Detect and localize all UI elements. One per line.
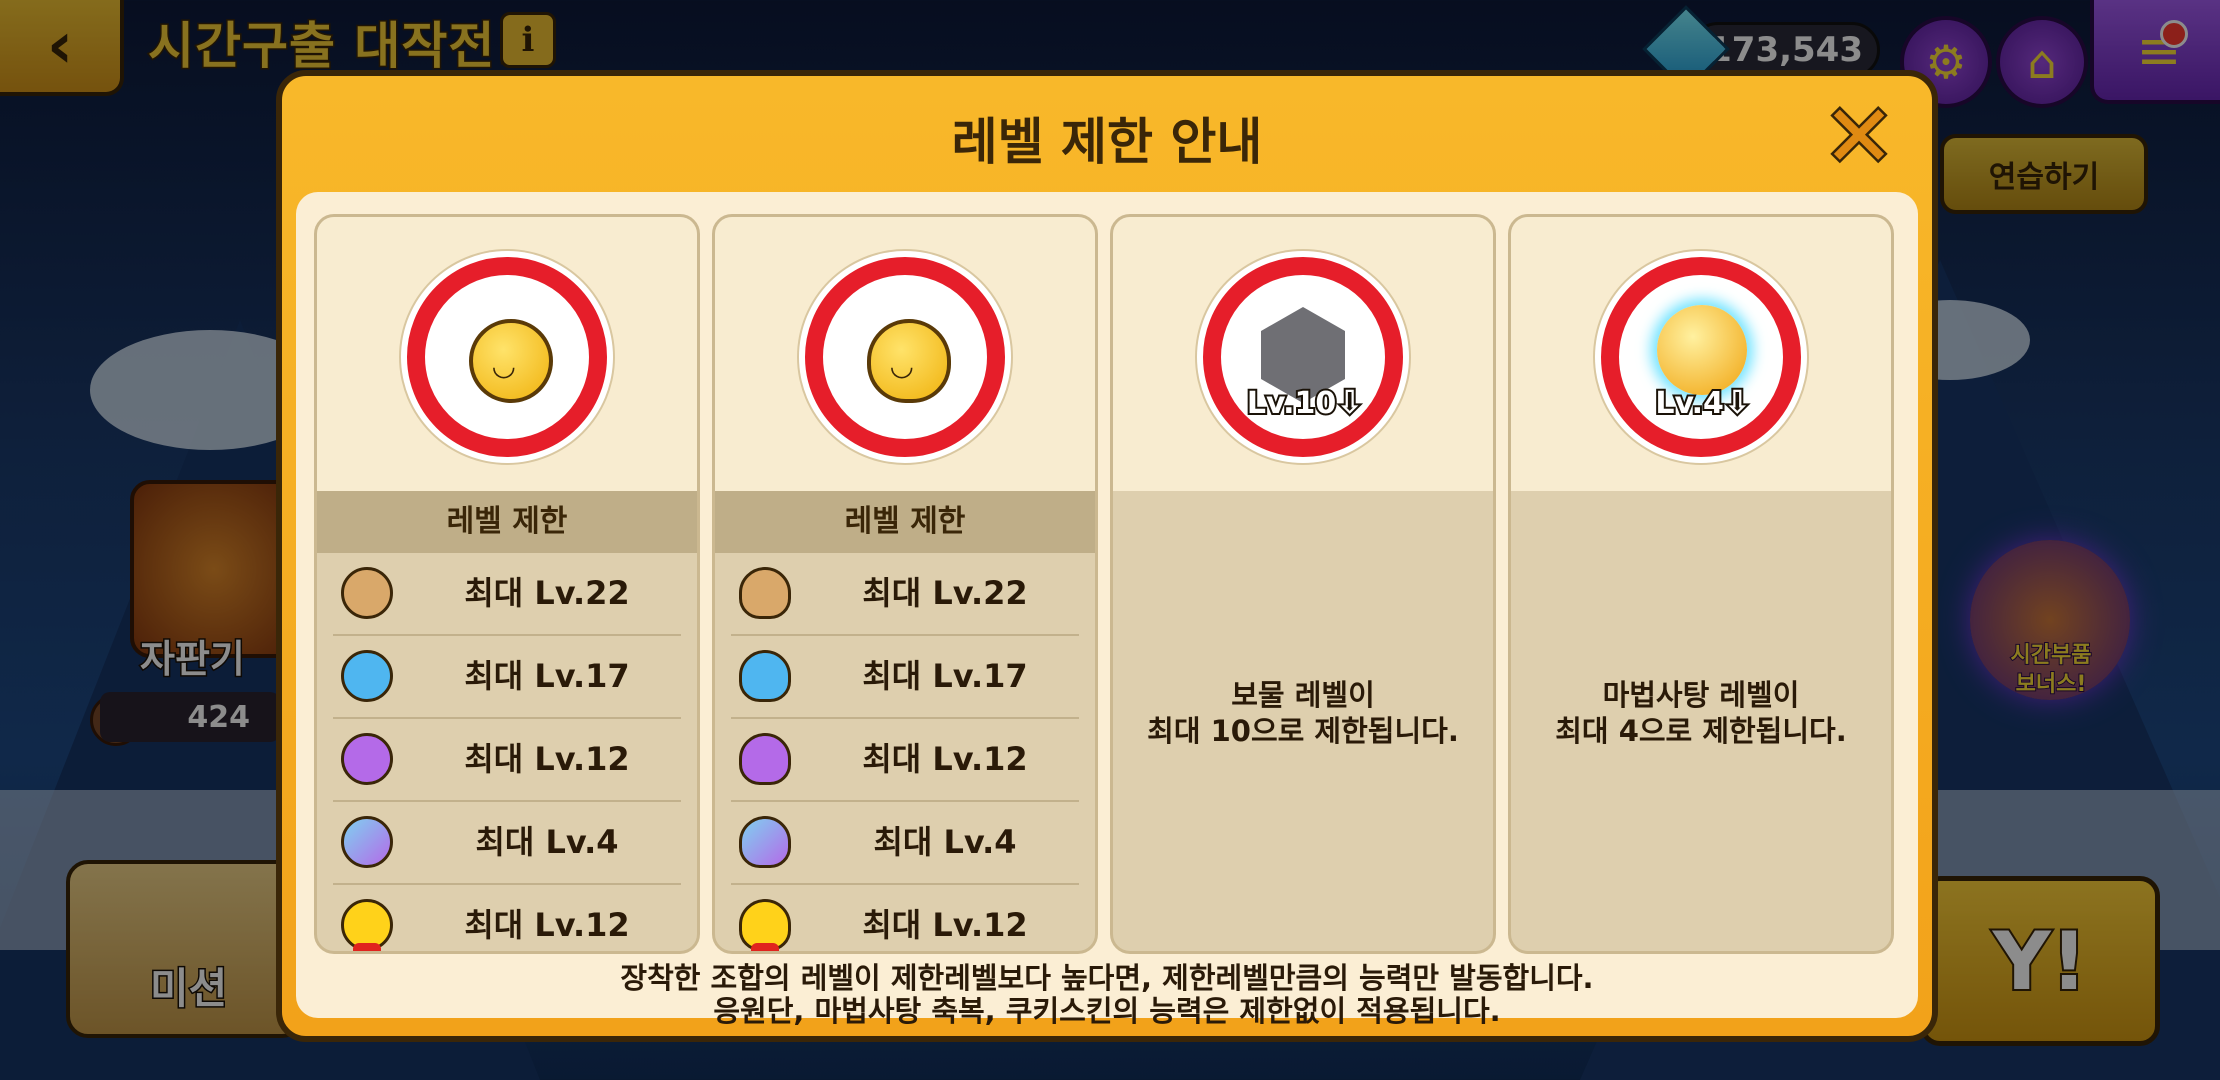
level-badge: Lv.4⇩ [1633, 381, 1773, 423]
dialog-content: ◡ 레벨 제한 최대 Lv.22 최대 Lv.17 최대 Lv.12 최대 Lv… [296, 192, 1918, 1028]
note-line: 응원단, 마법사탕 축복, 쿠키스킨의 능력은 제한없이 적용됩니다. [713, 994, 1501, 1029]
treasure-slot-ring: Lv.10⇩ [1203, 257, 1403, 457]
limit-header: 레벨 제한 [317, 491, 697, 553]
limit-row: 최대 Lv.12 [731, 885, 1079, 951]
cookie-grade-icon [341, 567, 393, 619]
limit-header: 레벨 제한 [715, 491, 1095, 553]
limit-row: 최대 Lv.17 [333, 636, 681, 719]
card-top: Lv.10⇩ [1113, 217, 1493, 491]
pet-icon: ◡ [867, 319, 951, 403]
limit-row: 최대 Lv.22 [731, 553, 1079, 636]
magic-candy-slot-ring: Lv.4⇩ [1601, 257, 1801, 457]
pet-limit-card: ◡ 레벨 제한 최대 Lv.22 최대 Lv.17 최대 Lv.12 최대 Lv… [712, 214, 1098, 954]
card-top: ◡ [317, 217, 697, 491]
limit-rows: 최대 Lv.22 최대 Lv.17 최대 Lv.12 최대 Lv.4 최대 Lv… [715, 553, 1095, 951]
level-limit-dialog: 레벨 제한 안내 ✕ ◡ 레벨 제한 최대 Lv.22 최대 Lv.17 최대 … [276, 70, 1938, 1042]
treasure-description: 보물 레벨이 최대 10으로 제한됩니다. [1147, 678, 1459, 749]
limit-value: 최대 Lv.17 [464, 657, 630, 695]
pet-grade-icon [739, 733, 791, 785]
limit-rows: 최대 Lv.22 최대 Lv.17 최대 Lv.12 최대 Lv.4 최대 Lv… [317, 553, 697, 951]
bow-icon [751, 943, 779, 951]
level-badge-text: Lv.10 [1245, 384, 1338, 423]
limit-row: 최대 Lv.17 [731, 636, 1079, 719]
pet-grade-icon [739, 567, 791, 619]
note-line: 장착한 조합의 레벨이 제한레벨보다 높다면, 제한레벨만큼의 능력만 발동합니… [620, 961, 1594, 995]
card-top: ◡ [715, 217, 1095, 491]
arrow-down-icon: ⇩ [1334, 381, 1365, 423]
limit-value: 최대 Lv.12 [862, 740, 1028, 778]
cookie-grade-icon [341, 650, 393, 702]
pet-grade-icon [739, 816, 791, 868]
limit-row: 최대 Lv.12 [333, 719, 681, 802]
level-badge-text: Lv.4 [1653, 384, 1725, 423]
cookie-icon: ◡ [469, 319, 553, 403]
magic-candy-icon [1657, 305, 1747, 395]
limit-value: 최대 Lv.22 [464, 574, 630, 612]
limit-row: 최대 Lv.12 [731, 719, 1079, 802]
cookie-grade-icon [341, 733, 393, 785]
cookie-grade-icon [341, 816, 393, 868]
magic-candy-limit-card: Lv.4⇩ 마법사탕 레벨이 최대 4으로 제한됩니다. [1508, 214, 1894, 954]
limit-value: 최대 Lv.4 [873, 823, 1017, 861]
dialog-title: 레벨 제한 안내 [951, 113, 1263, 171]
limit-value: 최대 Lv.4 [475, 823, 619, 861]
limit-value: 최대 Lv.22 [862, 574, 1028, 612]
treasure-limit-card: Lv.10⇩ 보물 레벨이 최대 10으로 제한됩니다. [1110, 214, 1496, 954]
face-icon: ◡ [493, 349, 515, 382]
cookie-limit-card: ◡ 레벨 제한 최대 Lv.22 최대 Lv.17 최대 Lv.12 최대 Lv… [314, 214, 700, 954]
pet-slot-ring: ◡ [805, 257, 1005, 457]
limit-value: 최대 Lv.12 [862, 906, 1028, 944]
face-icon: ◡ [891, 349, 913, 382]
limit-row: 최대 Lv.12 [333, 885, 681, 951]
limit-row: 최대 Lv.4 [333, 802, 681, 885]
pet-grade-icon [739, 650, 791, 702]
limit-value: 최대 Lv.12 [464, 740, 630, 778]
cookie-slot-ring: ◡ [407, 257, 607, 457]
bow-icon [353, 943, 381, 951]
level-badge: Lv.10⇩ [1235, 381, 1375, 423]
close-icon[interactable]: ✕ [1820, 92, 1897, 183]
limit-value: 최대 Lv.17 [862, 657, 1028, 695]
limit-value: 최대 Lv.12 [464, 906, 630, 944]
limit-row: 최대 Lv.22 [333, 553, 681, 636]
magic-candy-description: 마법사탕 레벨이 최대 4으로 제한됩니다. [1555, 678, 1847, 749]
notes: 장착한 조합의 레벨이 제한레벨보다 높다면, 제한레벨만큼의 능력만 발동합니… [296, 961, 1918, 1029]
arrow-down-icon: ⇩ [1722, 381, 1753, 423]
limit-row: 최대 Lv.4 [731, 802, 1079, 885]
card-top: Lv.4⇩ [1511, 217, 1891, 491]
